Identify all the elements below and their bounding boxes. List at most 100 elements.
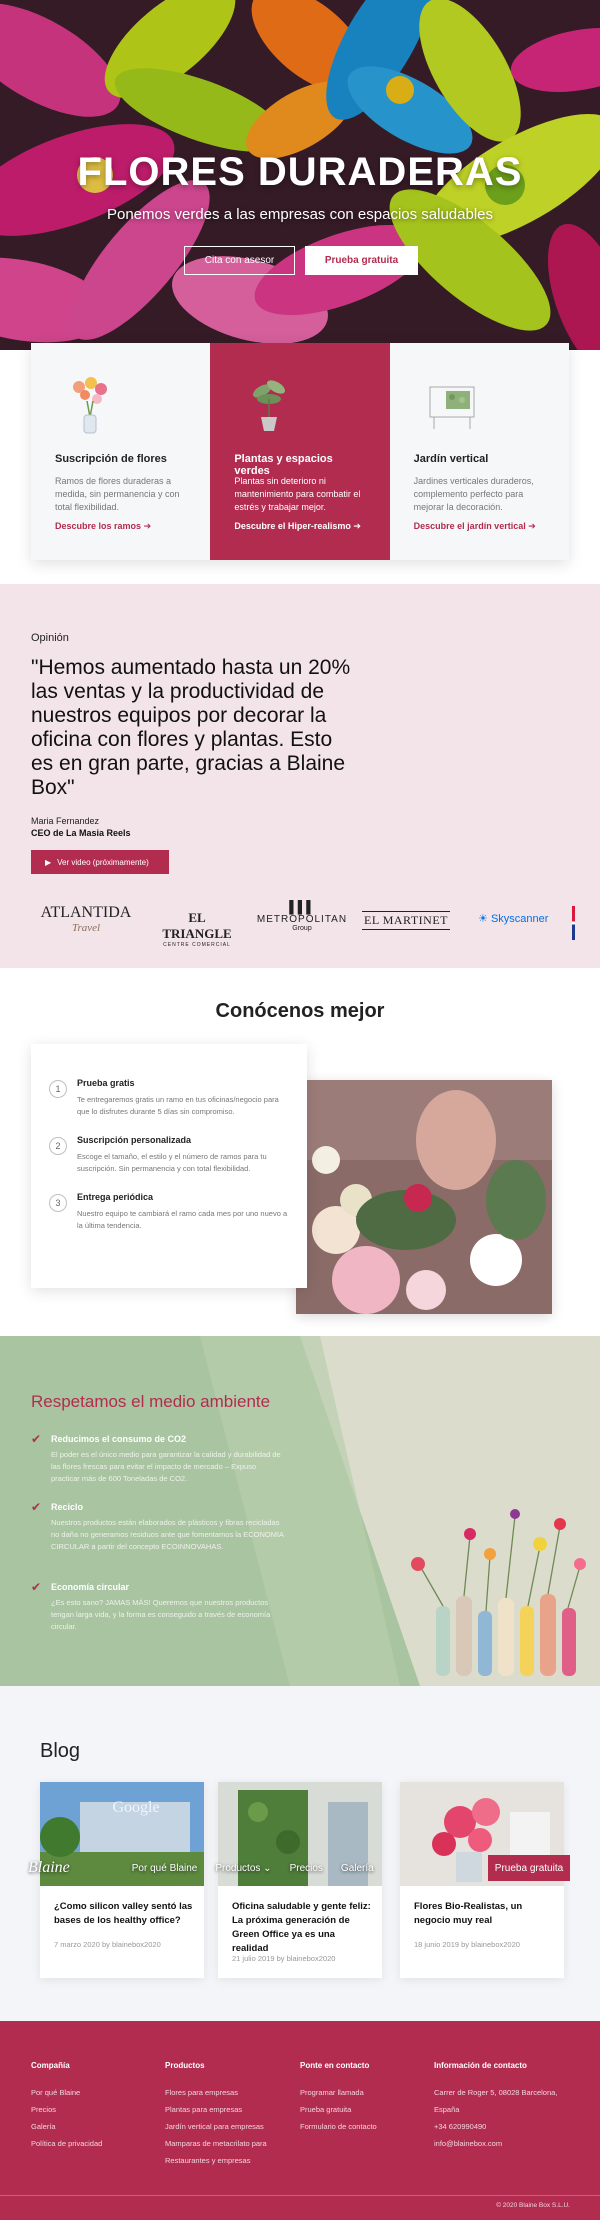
nav-free-trial-button[interactable]: Prueba gratuita [488,1855,570,1881]
nav-item-why-blaine[interactable]: Por qué Blaine [132,1863,198,1874]
steps-card: 1 Prueba gratis Te entregaremos gratis u… [31,1044,307,1288]
card-text: Ramos de flores duraderas a medida, sin … [55,476,180,512]
blog-section: Blog Google ¿Como silicon valley sentó l… [0,1686,600,2021]
footer-column-contact-info: Información de contacto Carrer de Roger … [434,2061,574,2152]
advisor-appointment-button[interactable]: Cita con asesor [184,246,295,275]
testimonial-quote: "Hemos aumentado hasta un 20% las ventas… [31,656,351,799]
svg-text:Google: Google [112,1799,159,1816]
hero-title: FLORES DURADERAS [77,150,523,194]
about-title: Conócenos mejor [215,1000,385,1022]
video-button[interactable]: ▶ Ver video (próximamente) [31,850,169,874]
card-link-bouquets[interactable]: Descubre los ramos ➔ [55,521,151,532]
post-meta: 7 marzo 2020 by blainebox2020 [54,1940,161,1949]
card-text: Plantas sin deterioro ni mantenimiento p… [234,476,361,512]
client-logos: ATLANTIDA Travel EL TRIANGLE CENTRE COME… [30,900,590,948]
play-icon: ▶ [45,857,52,867]
testimonial-section: Opinión "Hemos aumentado hasta un 20% la… [0,584,600,968]
card-vertical-garden[interactable]: Jardín vertical Jardines verticales dura… [389,343,569,560]
footer-link[interactable]: Formulario de contacto [300,2118,430,2135]
card-flower-subscription[interactable]: Suscripción de flores Ramos de flores du… [31,343,211,560]
footer: Compañía Por qué Blaine Precios Galería … [0,2021,600,2220]
logo-el-triangle: EL TRIANGLE CENTRE COMERCIAL [162,910,232,948]
footer-link[interactable]: Prueba gratuita [300,2101,430,2118]
post-title[interactable]: ¿Como silicon valley sentó las bases de … [54,1900,194,1928]
card-title: Jardín vertical [413,453,489,465]
logo-skyscanner: ☀ Skyscanner [478,913,549,925]
footer-link[interactable]: Galería [31,2118,161,2135]
arrow-right-icon: ➔ [143,521,152,531]
vertical-garden-icon [429,386,475,429]
env-item-text: El poder es el único medio para garantiz… [51,1450,281,1483]
sticky-navbar: Blaine Por qué Blaine Productos ⌄ Precio… [28,1855,570,1881]
potted-plant-icon [253,380,286,431]
footer-link[interactable]: Jardín vertical para empresas [165,2118,295,2135]
step-text: Nuestro equipo te cambiará el ramo cada … [77,1209,288,1230]
footer-column-contact: Ponte en contacto Programar llamada Prue… [300,2061,430,2135]
logo-partial-stripe [572,906,575,940]
env-item-text: Nuestros productos están elaborados de p… [51,1518,284,1551]
footer-link[interactable]: Flores para empresas [165,2084,295,2101]
footer-link[interactable]: Precios [31,2101,161,2118]
checkmark-icon: ✔ [31,1500,42,1514]
footer-link[interactable]: Política de privacidad [31,2135,161,2152]
step-number: 1 [49,1080,67,1098]
step-number: 3 [49,1194,67,1212]
logo[interactable]: Blaine [28,1859,70,1877]
environment-background [0,1336,600,1686]
hero-banner: FLORES DURADERAS Ponemos verdes a las em… [0,0,600,350]
nav-item-gallery[interactable]: Galería [341,1863,374,1874]
card-link-vertical-garden[interactable]: Descubre el jardín vertical ➔ [414,521,536,532]
testimonial-label: Opinión [31,632,69,644]
footer-column-title: Información de contacto [434,2061,527,2070]
copyright-text: © 2020 Blaine Box S.L.U. [496,2202,570,2209]
footer-column-title: Compañía [31,2061,70,2070]
checkmark-icon: ✔ [31,1432,42,1446]
card-link-hyperrealism[interactable]: Descubre el Hiper-realismo ➔ [234,521,361,532]
checkmark-icon: ✔ [31,1580,42,1594]
step-title: Entrega periódica [77,1192,154,1202]
post-meta: 18 junio 2019 by blainebox2020 [414,1940,520,1949]
step-title: Prueba gratis [77,1078,135,1088]
footer-link[interactable]: Plantas para empresas [165,2101,295,2118]
footer-phone[interactable]: +34 620990490 [434,2118,574,2135]
footer-column-company: Compañía Por qué Blaine Precios Galería … [31,2061,161,2152]
footer-email[interactable]: info@blainebox.com [434,2135,574,2152]
env-item-title: Reducimos el consumo de CO2 [51,1434,187,1444]
footer-link[interactable]: Por qué Blaine [31,2084,161,2101]
card-title: Suscripción de flores [55,453,167,465]
footer-link[interactable]: Mamparas de metacrilato para [165,2135,295,2152]
env-item-title: Economía circular [51,1582,130,1592]
footer-link[interactable]: Restaurantes y empresas [165,2152,295,2169]
footer-country: España [434,2105,460,2114]
footer-column-title: Ponte en contacto [300,2061,370,2070]
card-plants[interactable]: Plantas y espacios verdes Plantas sin de… [210,343,390,560]
footer-column-products: Productos Flores para empresas Plantas p… [165,2061,295,2169]
card-text: Jardines verticales duraderos, complemen… [413,476,534,512]
post-meta: 21 julio 2019 by blainebox2020 [232,1954,336,1963]
post-title[interactable]: Flores Bio-Realistas, un negocio muy rea… [414,1900,554,1928]
flower-vase-icon [73,377,107,434]
nav-item-products[interactable]: Productos ⌄ [215,1863,271,1874]
free-trial-button[interactable]: Prueba gratuita [305,246,418,275]
blog-title: Blog [40,1740,81,1762]
footer-link[interactable]: Programar llamada [300,2084,430,2101]
step-title: Suscripción personalizada [77,1135,192,1145]
environment-section: Respetamos el medio ambiente ✔ Reducimos… [0,1336,600,1686]
florist-photo [296,1080,552,1314]
step-text: Escoge el tamaño, el estilo y el número … [77,1152,267,1173]
testimonial-author: Maria Fernandez [31,816,100,826]
env-item-title: Reciclo [51,1502,84,1512]
service-cards: Suscripción de flores Ramos de flores du… [31,343,569,560]
testimonial-role: CEO de La Masia Reels [31,828,131,838]
arrow-right-icon: ➔ [528,521,536,531]
logo-atlantida: ATLANTIDA Travel [40,904,132,934]
logo-el-martinet: EL MARTINET [362,911,450,930]
hero-subtitle: Ponemos verdes a las empresas con espaci… [106,206,494,223]
building-icon: ▌▌▌ [289,900,315,914]
nav-item-prices[interactable]: Precios [290,1863,323,1874]
post-title[interactable]: Oficina saludable y gente feliz: La próx… [232,1900,372,1956]
step-text: Te entregaremos gratis un ramo en tus of… [77,1095,279,1116]
environment-title: Respetamos el medio ambiente [31,1392,271,1411]
sunrise-icon: ☀ [478,913,488,925]
footer-address: Carrer de Roger 5, 08028 Barcelona, [434,2088,558,2097]
